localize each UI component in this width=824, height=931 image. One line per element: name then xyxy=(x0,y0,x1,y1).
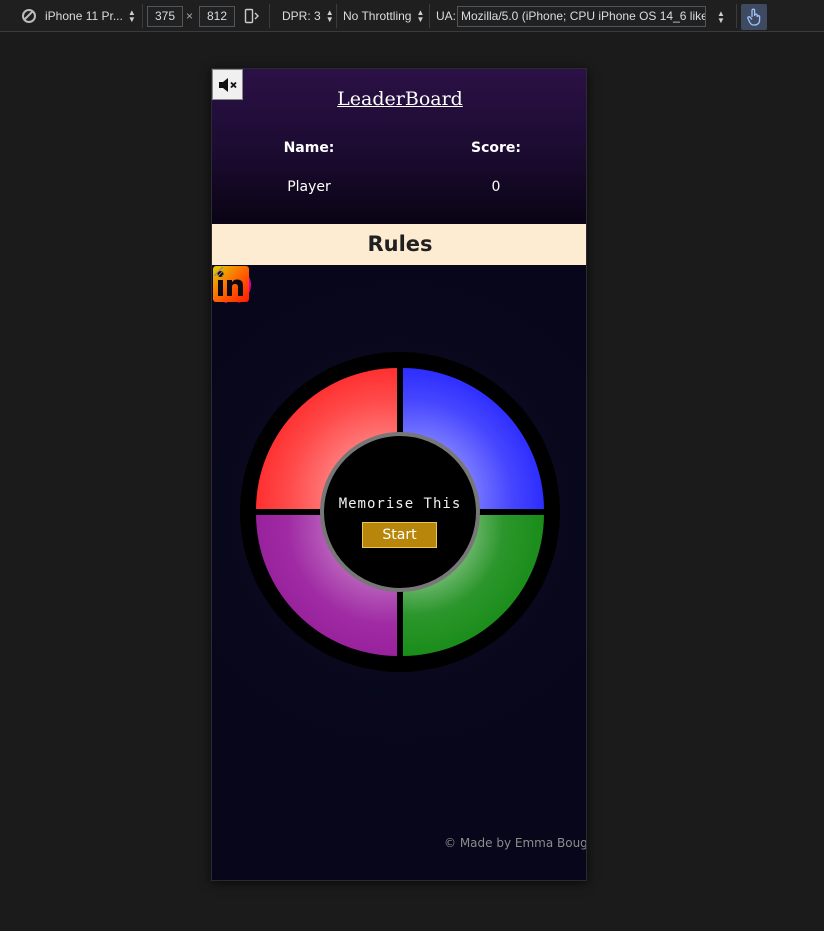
divider xyxy=(736,4,737,28)
divider xyxy=(269,4,270,28)
select-arrows-icon: ▲ ▼ xyxy=(325,8,334,24)
player-score: 0 xyxy=(491,179,501,195)
leaderboard-title[interactable]: LeaderBoard xyxy=(212,88,586,110)
rotate-button[interactable] xyxy=(244,5,260,27)
device-select[interactable]: iPhone 11 Pr... ▲ ▼ xyxy=(22,5,136,27)
select-arrows-icon: ▲ ▼ xyxy=(717,9,725,25)
height-input[interactable]: 812 xyxy=(199,6,235,27)
ua-input[interactable]: Mozilla/5.0 (iPhone; CPU iPhone OS 14_6 … xyxy=(457,6,706,27)
dpr-select[interactable]: DPR: 3 ▲ ▼ xyxy=(282,5,334,27)
ua-label: UA: xyxy=(436,9,457,23)
devtools-toolbar: iPhone 11 Pr... ▲ ▼ 375 × 812 DPR: 3 ▲ ▼ N… xyxy=(0,0,824,32)
start-button[interactable]: Start xyxy=(362,522,437,548)
phone-viewport: LeaderBoard Name: Score: Player 0 Rules xyxy=(211,68,587,881)
divider xyxy=(429,4,430,28)
select-arrows-icon: ▲ ▼ xyxy=(416,8,425,24)
compass-icon xyxy=(22,9,36,23)
leaderboard-section: LeaderBoard Name: Score: Player 0 xyxy=(212,69,586,223)
rotate-icon xyxy=(244,8,259,24)
score-header: Score: xyxy=(471,140,521,156)
dpr-label: DPR: 3 xyxy=(282,9,321,23)
width-input[interactable]: 375 xyxy=(147,6,183,27)
resize-handle-icon[interactable] xyxy=(212,265,224,277)
select-arrows-icon: ▲ ▼ xyxy=(127,8,136,24)
footer-credit: © Made by Emma Bough xyxy=(444,836,587,850)
throttling-label: No Throttling xyxy=(343,9,412,23)
divider xyxy=(336,4,337,28)
center-hub xyxy=(320,432,480,592)
device-name: iPhone 11 Pr... xyxy=(45,9,123,23)
touch-toggle-button[interactable] xyxy=(741,4,767,30)
times-sign: × xyxy=(186,9,194,23)
player-name: Player xyxy=(287,179,331,195)
divider xyxy=(142,4,143,28)
center-title: Memorise This xyxy=(338,496,462,512)
rules-button[interactable]: Rules xyxy=(212,224,586,265)
throttling-select[interactable]: No Throttling ▲ ▼ xyxy=(343,5,424,27)
simon-board xyxy=(240,352,560,672)
name-header: Name: xyxy=(283,140,335,156)
touch-icon xyxy=(747,8,761,26)
game-area: Memorise This Start © Made by Emma Bough xyxy=(212,265,587,880)
